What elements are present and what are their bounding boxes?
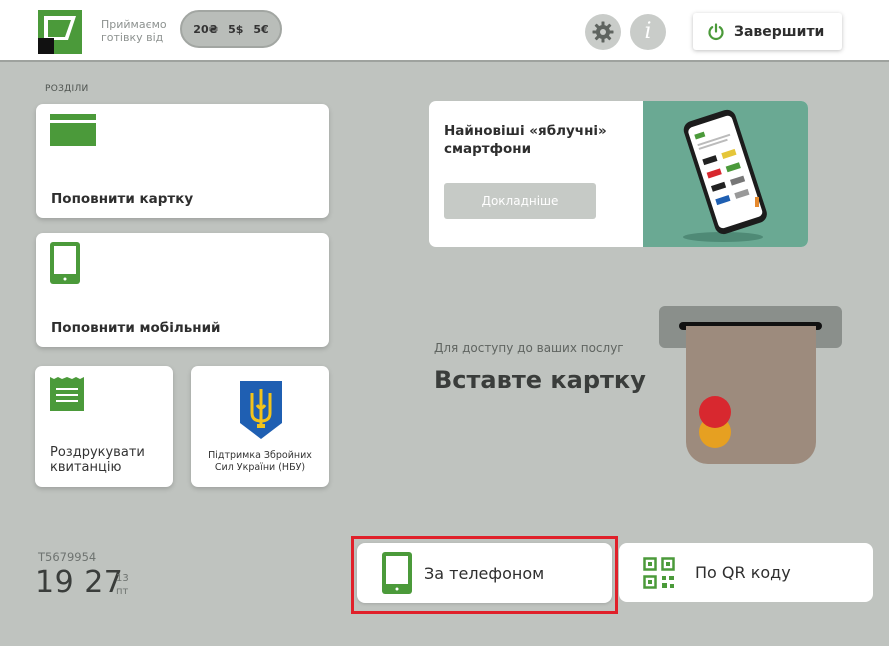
gear-icon [592, 21, 614, 43]
info-icon: i [644, 19, 652, 44]
trident-icon [240, 381, 282, 439]
qr-code-icon [643, 556, 675, 589]
header-bar: Приймаємо готівку від 20₴ 5$ 5€ i Заверш… [0, 0, 889, 62]
finish-label: Завершити [734, 23, 825, 40]
date-weekday: пт [116, 586, 129, 597]
by-phone-label: За телефоном [424, 563, 545, 583]
currency-eur: 5€ [253, 22, 269, 36]
date-number: 13 [116, 573, 129, 584]
accept-cash-text: Приймаємо готівку від [101, 18, 167, 44]
by-qr-code-label: По QR коду [695, 563, 791, 582]
sections-title: РОЗДІЛИ [45, 84, 89, 94]
support-armed-forces-tile[interactable]: Підтримка Збройних Сил України (НБУ) [191, 366, 329, 487]
privatbank-logo [38, 10, 82, 54]
phone-icon [382, 552, 412, 594]
accepted-currencies: 20₴ 5$ 5€ [180, 10, 282, 48]
insert-card-title: Вставте картку [434, 366, 646, 394]
support-armed-forces-label: Підтримка Збройних Сил України (НБУ) [208, 450, 312, 473]
clock-time: 19 27 [35, 565, 124, 600]
promo-smartphone-image [643, 101, 808, 247]
receipt-icon [50, 377, 84, 411]
mastercard-red-circle [699, 396, 731, 428]
info-button[interactable]: i [630, 14, 666, 50]
print-receipt-tile[interactable]: Роздрукувати квитанцію [35, 366, 173, 487]
promo-banner[interactable]: Найновіші «яблучні» смартфони Докладніше [429, 101, 808, 247]
insert-card-caption: Для доступу до ваших послуг [434, 341, 624, 355]
card-icon [50, 114, 96, 146]
power-icon [708, 22, 724, 40]
phone-icon [50, 242, 80, 284]
top-up-mobile-tile[interactable]: Поповнити мобільний [36, 233, 329, 347]
by-phone-button[interactable]: За телефоном [357, 543, 612, 603]
top-up-mobile-label: Поповнити мобільний [51, 320, 221, 336]
promo-details-button[interactable]: Докладніше [444, 183, 596, 219]
print-receipt-label: Роздрукувати квитанцію [50, 445, 145, 475]
top-up-card-label: Поповнити картку [51, 191, 194, 207]
settings-button[interactable] [585, 14, 621, 50]
currency-uah: 20₴ [193, 22, 219, 36]
bank-card-illustration [686, 326, 816, 464]
currency-usd: 5$ [228, 22, 244, 36]
promo-title: Найновіші «яблучні» смартфони [444, 123, 607, 157]
finish-session-button[interactable]: Завершити [693, 13, 842, 50]
top-up-card-tile[interactable]: Поповнити картку [36, 104, 329, 218]
terminal-id: T5679954 [38, 550, 97, 564]
by-qr-code-button[interactable]: По QR коду [619, 543, 873, 602]
smartphone-illustration [683, 109, 767, 242]
